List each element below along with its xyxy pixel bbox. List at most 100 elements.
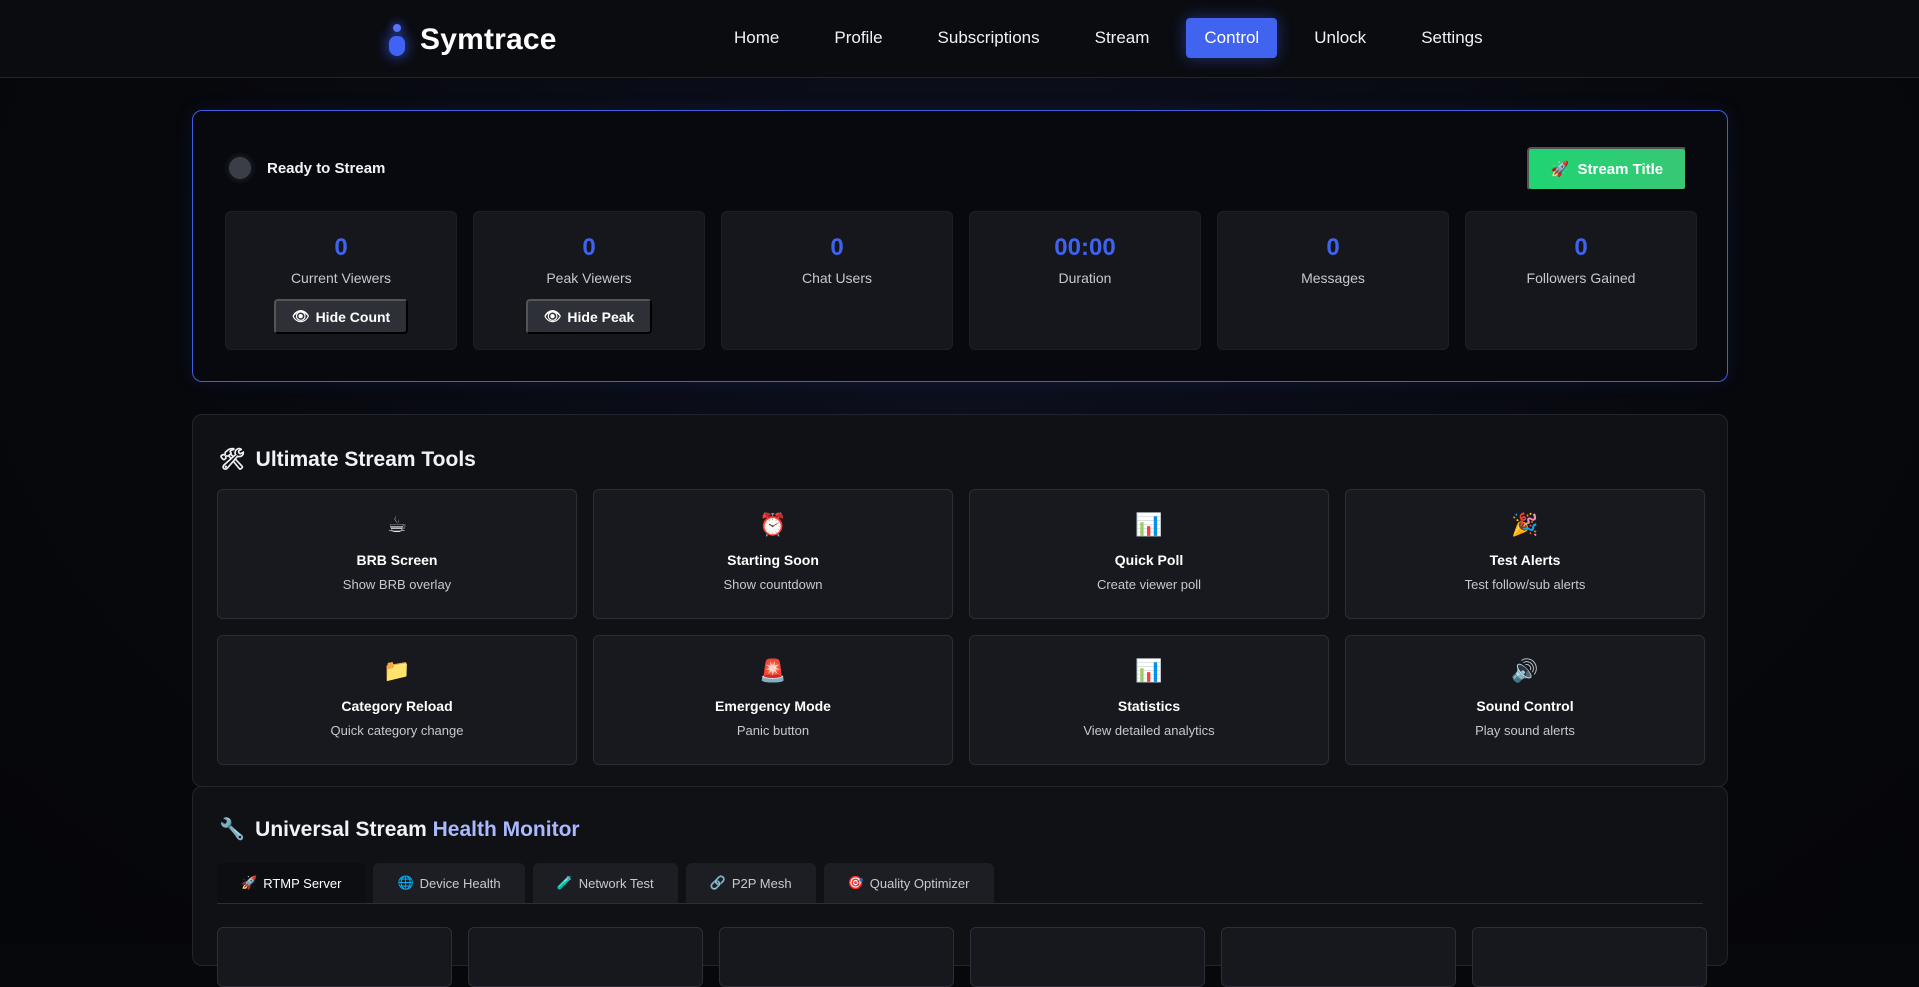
stats-row: 0 Current Viewers 👁 Hide Count 0 Peak Vi… [225,211,1697,350]
stat-card-peak-viewers: 0 Peak Viewers 👁 Hide Peak [473,211,705,350]
tab-label: Network Test [578,875,654,891]
stat-value: 00:00 [1054,234,1116,261]
tool-name: Quick Poll [1114,552,1184,568]
health-card [1472,927,1707,987]
stream-title-button[interactable]: 🚀 Stream Title [1527,147,1687,191]
health-cards-row [217,927,1707,987]
stat-value: 0 [1326,234,1340,261]
test-tube-icon: 🧪 [556,875,573,891]
nav-item-control[interactable]: Control [1186,18,1278,58]
tab-label: RTMP Server [263,875,342,891]
tool-name: Emergency Mode [715,698,831,714]
health-card [468,927,703,987]
tool-desc: Panic button [736,723,810,738]
stream-title-button-label: Stream Title [1577,160,1664,178]
alarm-clock-icon: ⏰ [759,513,787,538]
tab-rtmp-server[interactable]: 🚀 RTMP Server [217,863,366,903]
tab-label: Quality Optimizer [869,875,970,891]
tool-name: BRB Screen [356,552,438,568]
tool-brb-screen[interactable]: ☕ BRB Screen Show BRB overlay [217,489,577,619]
stat-card-messages: 0 Messages [1217,211,1449,350]
nav-item-home[interactable]: Home [716,18,797,58]
coffee-icon: ☕ [387,513,407,538]
link-icon: 🔗 [709,875,726,891]
section-title: 🛠 Ultimate Stream Tools [219,447,476,472]
tool-emergency-mode[interactable]: 🚨 Emergency Mode Panic button [593,635,953,765]
tool-quick-poll[interactable]: 📊 Quick Poll Create viewer poll [969,489,1329,619]
stream-status-panel: Ready to Stream 🚀 Stream Title 0 Current… [192,110,1728,382]
party-popper-icon: 🎉 [1511,513,1539,538]
folder-icon: 📁 [383,659,411,684]
health-card [719,927,954,987]
target-icon: 🎯 [847,875,864,891]
stat-label: Current Viewers [290,270,392,286]
tab-quality-optimizer[interactable]: 🎯 Quality Optimizer [823,863,994,903]
health-card [1221,927,1456,987]
stat-label: Messages [1301,270,1365,286]
tool-desc: Show countdown [723,577,823,592]
hide-count-button[interactable]: 👁 Hide Count [273,299,409,334]
hide-count-label: Hide Count [315,308,391,325]
health-monitor-section: 🔧 Universal Stream Health Monitor 🚀 RTMP… [192,786,1728,987]
tool-name: Category Reload [341,698,453,714]
nav-item-stream[interactable]: Stream [1077,18,1168,58]
brand-name: Symtrace [420,23,557,56]
stat-card-current-viewers: 0 Current Viewers 👁 Hide Count [225,211,457,350]
tool-desc: Play sound alerts [1475,723,1575,738]
nav-item-subscriptions[interactable]: Subscriptions [920,18,1058,58]
health-card [217,927,452,987]
tool-grid: ☕ BRB Screen Show BRB overlay ⏰ Starting… [217,489,1705,765]
status-indicator-icon [229,157,251,179]
tool-desc: Test follow/sub alerts [1464,577,1586,592]
nav-item-unlock[interactable]: Unlock [1296,18,1384,58]
stat-label: Followers Gained [1526,270,1636,286]
stat-value: 0 [582,234,596,261]
stat-value: 0 [830,234,844,261]
brand-logo-icon [386,22,408,58]
tab-divider [217,903,1703,904]
tool-desc: Quick category change [330,723,464,738]
status-text: Ready to Stream [267,159,386,177]
tool-starting-soon[interactable]: ⏰ Starting Soon Show countdown [593,489,953,619]
section-title: 🔧 Universal Stream Health Monitor [219,817,580,842]
tab-network-test[interactable]: 🧪 Network Test [532,863,678,903]
tool-name: Test Alerts [1489,552,1561,568]
eye-icon: 👁 [543,308,562,325]
hide-peak-label: Hide Peak [567,308,635,325]
top-nav: Symtrace Home Profile Subscriptions Stre… [0,0,1919,78]
siren-icon: 🚨 [759,659,787,684]
tool-desc: Show BRB overlay [342,577,452,592]
tool-name: Statistics [1117,698,1181,714]
stream-tools-section: 🛠 Ultimate Stream Tools ☕ BRB Screen Sho… [192,414,1728,787]
tool-desc: Create viewer poll [1096,577,1202,592]
stat-value: 0 [334,234,348,261]
tools-title: Ultimate Stream Tools [255,447,476,471]
rocket-icon: 🚀 [1550,160,1570,178]
stat-card-followers-gained: 0 Followers Gained [1465,211,1697,350]
tools-icon: 🛠 [219,447,246,471]
stat-card-chat-users: 0 Chat Users [721,211,953,350]
bar-chart-icon: 📊 [1135,513,1163,538]
tab-label: P2P Mesh [731,875,792,891]
tab-p2p-mesh[interactable]: 🔗 P2P Mesh [685,863,816,903]
brand[interactable]: Symtrace [386,20,557,60]
hide-peak-button[interactable]: 👁 Hide Peak [525,299,653,334]
bar-chart-icon: 📊 [1135,659,1163,684]
tool-sound-control[interactable]: 🔊 Sound Control Play sound alerts [1345,635,1705,765]
tool-test-alerts[interactable]: 🎉 Test Alerts Test follow/sub alerts [1345,489,1705,619]
stream-status: Ready to Stream [229,157,385,179]
nav-item-settings[interactable]: Settings [1403,18,1500,58]
stat-label: Peak Viewers [546,270,632,286]
tab-label: Device Health [419,875,501,891]
health-card [970,927,1205,987]
health-title-part1: Universal Stream [255,817,433,841]
wrench-icon: 🔧 [219,817,246,841]
tool-desc: View detailed analytics [1083,723,1215,738]
rocket-icon: 🚀 [241,875,258,891]
stat-label: Chat Users [801,270,873,286]
speaker-icon: 🔊 [1511,659,1539,684]
tool-statistics[interactable]: 📊 Statistics View detailed analytics [969,635,1329,765]
tab-device-health[interactable]: 🌐 Device Health [373,863,525,903]
nav-item-profile[interactable]: Profile [816,18,900,58]
tool-category-reload[interactable]: 📁 Category Reload Quick category change [217,635,577,765]
